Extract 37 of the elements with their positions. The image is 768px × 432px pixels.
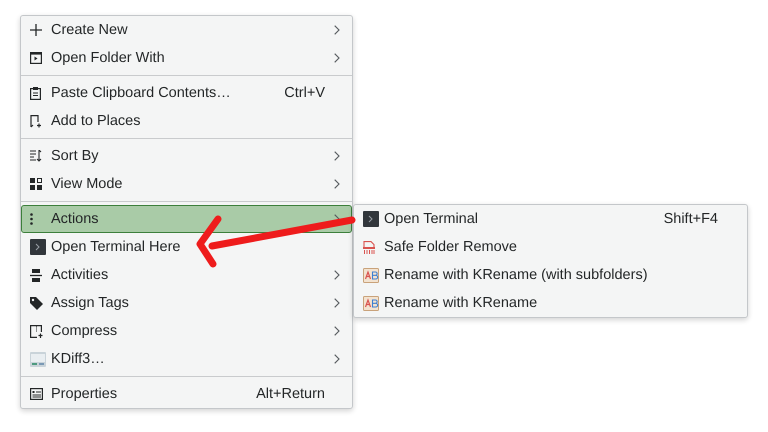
tag-icon — [30, 296, 43, 310]
menu-item[interactable]: Paste Clipboard Contents… Ctrl+V — [21, 79, 352, 107]
menu-item[interactable]: Rename with KRename — [354, 289, 747, 317]
menu-item[interactable]: Actions — [21, 205, 352, 233]
plus-icon — [30, 24, 42, 36]
menu-item[interactable]: Open Folder With — [21, 44, 352, 72]
menu-item[interactable]: Rename with KRename (with subfolders) — [354, 261, 747, 289]
menu-item[interactable]: View Mode — [21, 170, 352, 198]
menu-item[interactable]: Create New — [21, 16, 352, 44]
archive-icon — [30, 324, 43, 338]
grid-icon — [30, 178, 42, 190]
rename-icon — [363, 268, 379, 282]
terminal-icon — [363, 211, 379, 227]
shortcut-label: Ctrl+V — [284, 85, 325, 101]
menu-item[interactable]: Open Terminal Here — [21, 233, 352, 261]
play-window-icon — [30, 52, 42, 64]
menu-item[interactable]: Activities — [21, 261, 352, 289]
clipboard-icon — [30, 86, 41, 100]
menu-item[interactable]: Safe Folder Remove — [354, 233, 747, 261]
menu-item[interactable]: Add to Places — [21, 107, 352, 135]
bookmark-add-icon — [30, 114, 42, 128]
menu-item[interactable]: Assign Tags — [21, 289, 352, 317]
properties-icon — [30, 388, 43, 400]
shredder-icon — [363, 240, 375, 254]
sort-icon — [30, 150, 43, 162]
shortcut-label: Shift+F4 — [664, 211, 718, 227]
dots-icon — [30, 213, 33, 225]
shortcut-label: Alt+Return — [256, 386, 325, 402]
menu-item[interactable]: Properties Alt+Return — [21, 380, 352, 408]
diff-window-icon — [30, 352, 46, 366]
menu-item[interactable]: Sort By — [21, 142, 352, 170]
activities-icon — [30, 268, 42, 282]
menu-item[interactable]: Compress — [21, 317, 352, 345]
menu-item[interactable]: Open Terminal Shift+F4 — [354, 205, 747, 233]
rename-icon — [363, 296, 379, 310]
terminal-icon — [30, 239, 46, 255]
menu-item[interactable]: KDiff3… — [21, 345, 352, 373]
